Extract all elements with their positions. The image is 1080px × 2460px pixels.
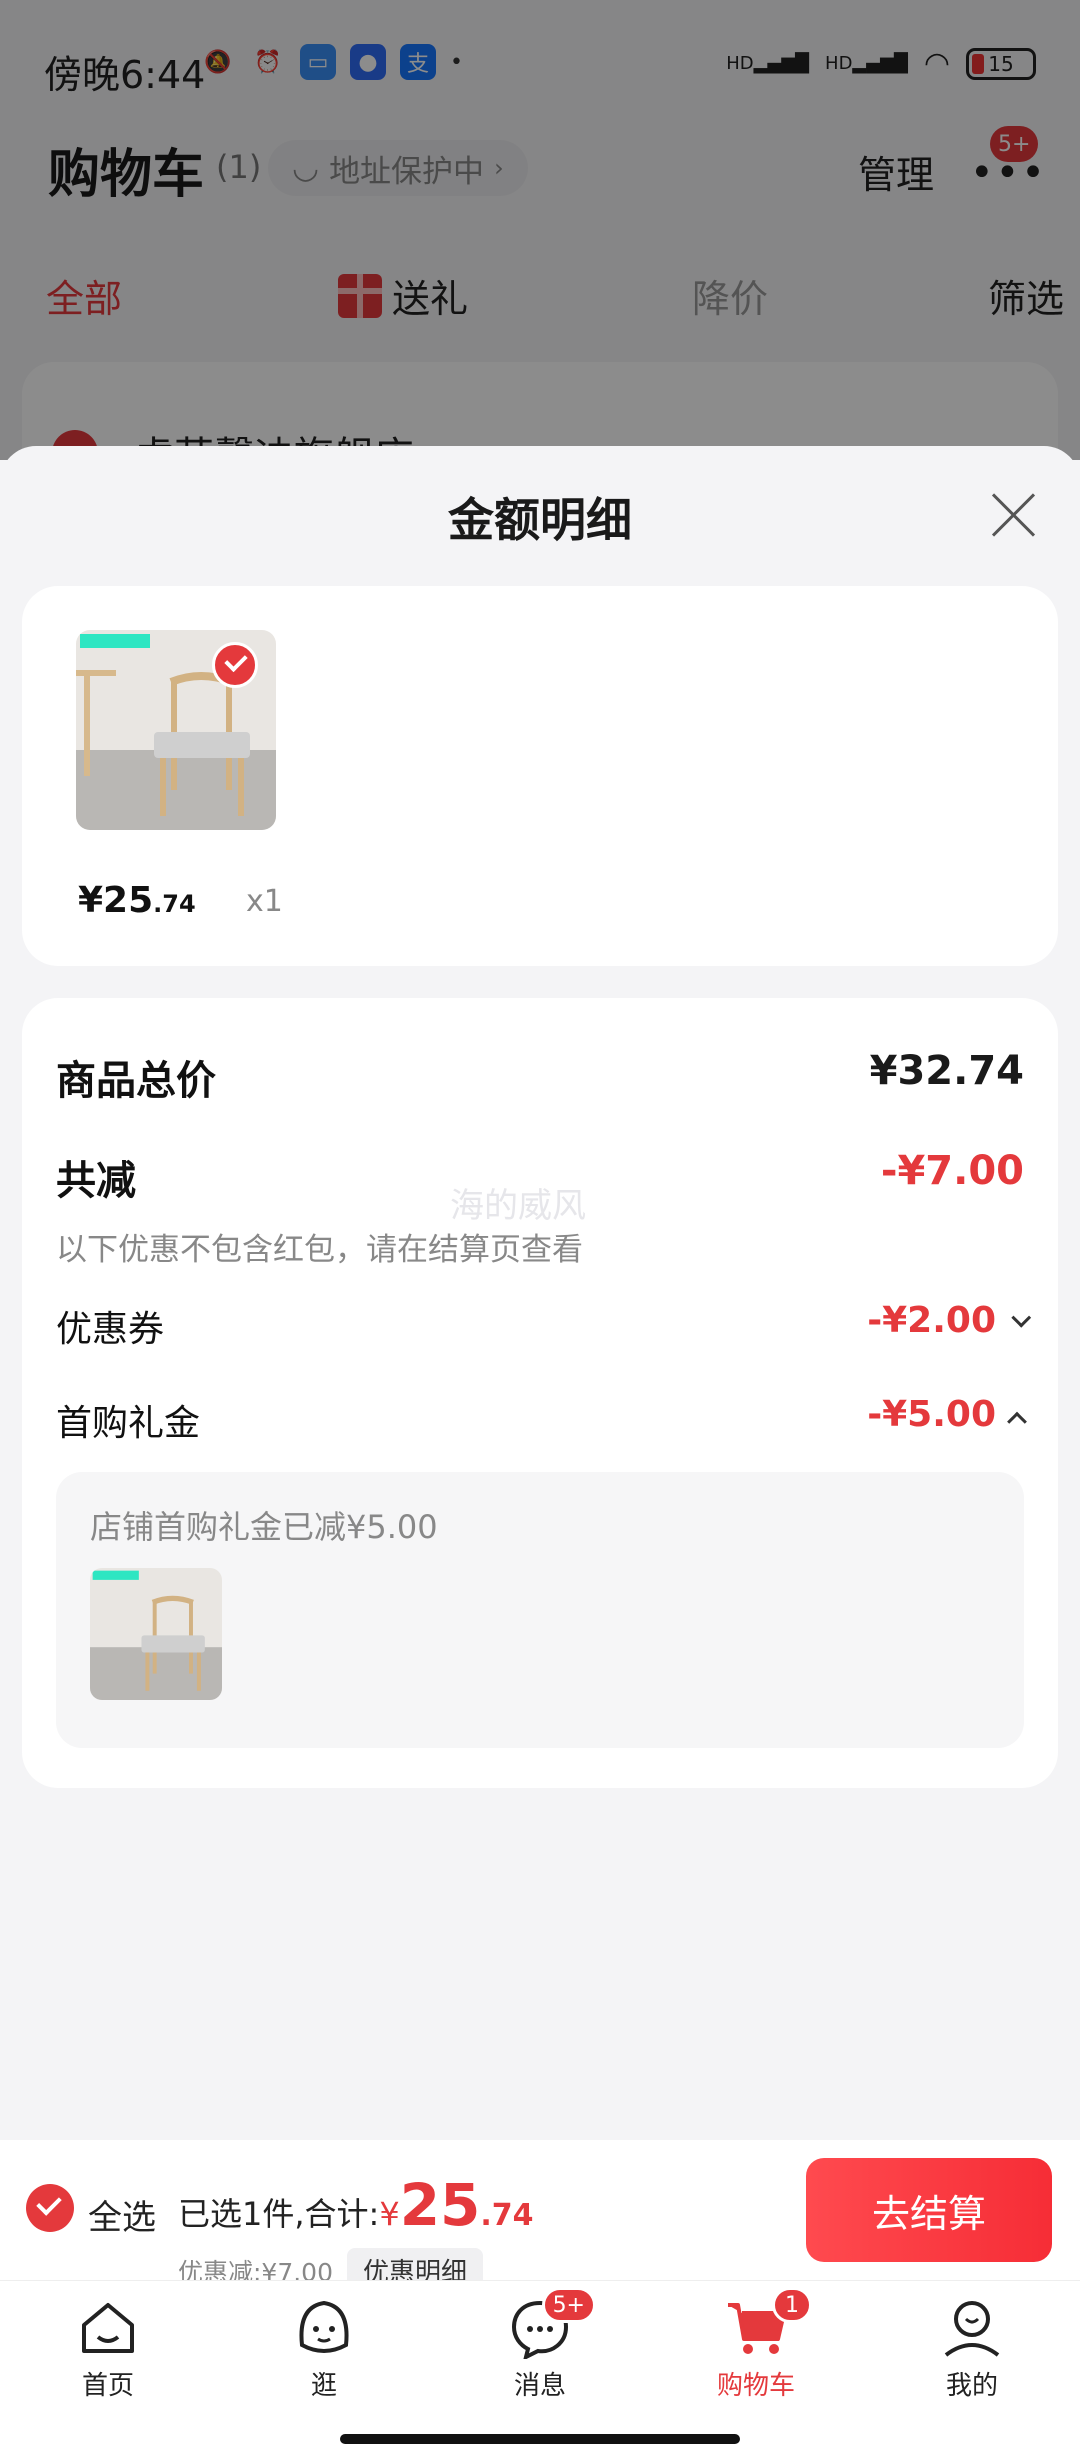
product-price-decimal: .74 (153, 890, 196, 918)
tab-mine-label: 我的 (945, 2371, 998, 2401)
total-reduce-label: 共减 (56, 1158, 136, 1204)
watermark-text: 海的威风 (450, 1186, 586, 1226)
bottom-tab-bar: 首页 逛 5+ 消息 1 购物车 我的 (0, 2280, 1080, 2460)
tab-browse[interactable]: 逛 (244, 2295, 404, 2402)
product-selected-check-icon[interactable] (212, 642, 258, 688)
reduce-note: 以下优惠不包含红包，请在结算页查看 (56, 1232, 583, 1268)
tab-cart-label: 购物车 (716, 2371, 795, 2401)
select-all-label[interactable]: 全选 (88, 2190, 156, 2239)
first-gift-label: 首购礼金 (56, 1403, 201, 1444)
tab-home[interactable]: 首页 (28, 2295, 188, 2402)
total-currency: ¥ (379, 2195, 400, 2233)
total-reduce-value: -¥7.00 (880, 1148, 1024, 1194)
total-decimal: .74 (480, 2198, 534, 2233)
user-profile-icon (940, 2295, 1004, 2359)
first-gift-detail-box: 店铺首购礼金已减¥5.00 (56, 1472, 1024, 1748)
chevron-down-icon (1011, 1307, 1032, 1328)
product-price-main: ¥25 (78, 880, 154, 921)
cart-badge: 1 (772, 2287, 812, 2323)
first-gift-note: 店铺首购礼金已减¥5.00 (90, 1508, 438, 1546)
coupon-value: -¥2.00 (867, 1300, 996, 1341)
checkout-bar: 全选 已选1件,合计: ¥ 25 .74 优惠减:¥7.00 优惠明细 去结算 (0, 2140, 1080, 2293)
tab-cart[interactable]: 1 购物车 (676, 2287, 836, 2402)
sheet-title: 金额明细 (448, 493, 632, 547)
tab-home-label: 首页 (81, 2371, 134, 2401)
selected-count-text: 已选1件,合计: (178, 2195, 380, 2233)
total-integer: 25 (399, 2171, 481, 2239)
home-indicator[interactable] (340, 2434, 740, 2444)
checkout-button[interactable]: 去结算 (806, 2158, 1052, 2262)
first-gift-value: -¥5.00 (867, 1394, 996, 1435)
tab-browse-label: 逛 (310, 2371, 337, 2401)
amount-detail-card: 商品总价 ¥32.74 海的威风 共减 -¥7.00 以下优惠不包含红包，请在结… (22, 998, 1058, 1788)
modal-overlay[interactable] (0, 0, 1080, 460)
browse-face-icon (292, 2295, 356, 2359)
select-all-checkbox[interactable] (26, 2184, 74, 2232)
close-icon[interactable] (990, 490, 1036, 536)
total-price-label: 商品总价 (56, 1058, 216, 1104)
gift-product-image (90, 1568, 222, 1700)
tab-mine[interactable]: 我的 (892, 2295, 1052, 2402)
selected-summary: 已选1件,合计: ¥ 25 .74 (178, 2176, 534, 2235)
coupon-row[interactable]: -¥2.00 (867, 1300, 1032, 1341)
coupon-label: 优惠券 (56, 1309, 165, 1350)
product-card: ¥25.74 x1 (22, 586, 1058, 966)
chevron-up-icon (1007, 1411, 1027, 1432)
messages-badge: 5+ (541, 2287, 596, 2323)
message-bubble-icon: 5+ (508, 2287, 596, 2361)
tab-messages-label: 消息 (513, 2371, 566, 2401)
first-gift-row[interactable]: -¥5.00 (867, 1394, 1027, 1435)
cart-icon: 1 (724, 2287, 812, 2359)
home-icon (76, 2295, 140, 2359)
total-price-value: ¥32.74 (869, 1048, 1024, 1094)
product-price: ¥25.74 (78, 880, 196, 921)
cart-page-background: 傍晚6:44 🔕 ⏰ ▭ ● 支 • HD▂▄▆█ HD▂▄▆█ ◠ 15 购物… (0, 0, 1080, 522)
product-quantity: x1 (246, 884, 283, 919)
tab-messages[interactable]: 5+ 消息 (460, 2287, 620, 2402)
